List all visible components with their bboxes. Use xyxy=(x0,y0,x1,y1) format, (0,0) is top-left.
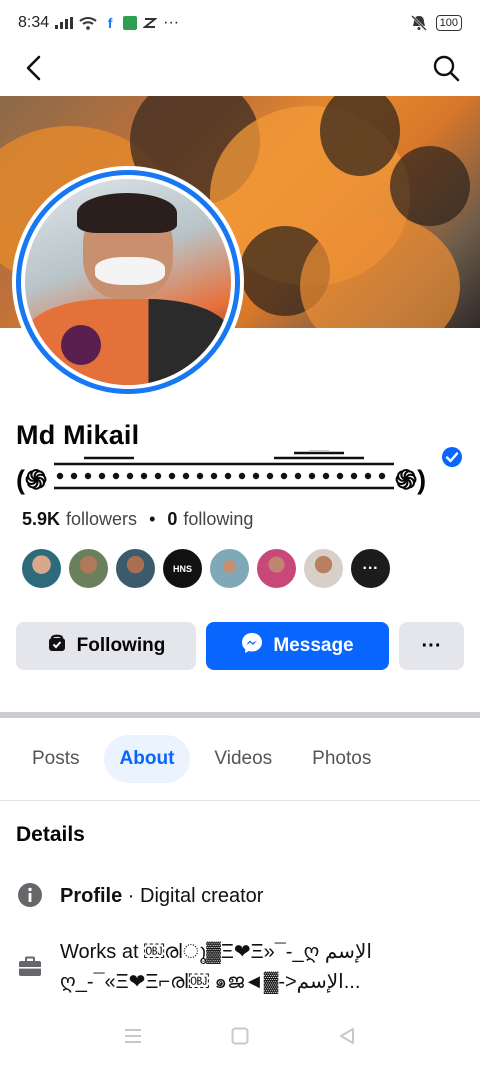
back-button[interactable] xyxy=(16,52,52,88)
friend-avatar[interactable] xyxy=(208,547,251,590)
tab-about[interactable]: About xyxy=(103,735,191,783)
section-divider xyxy=(0,712,480,718)
friend-avatar[interactable] xyxy=(114,547,157,590)
facebook-icon: f xyxy=(107,15,113,31)
status-time: 8:34 xyxy=(18,14,50,31)
wifi-icon xyxy=(79,16,97,30)
following-label[interactable]: following xyxy=(183,509,253,530)
chevron-left-icon xyxy=(24,55,44,86)
profile-name-end: ֍) xyxy=(395,460,426,497)
status-bar: 8:34 f ··· 100 xyxy=(0,0,480,46)
mutual-friends-row: HNS ··· xyxy=(20,547,392,590)
message-button[interactable]: Message xyxy=(206,622,389,670)
profile-stats: 5.9K followers • 0 following xyxy=(22,509,253,530)
name-paren-close: ) xyxy=(417,465,427,495)
tabs-separator xyxy=(0,800,480,801)
avatar xyxy=(25,179,231,385)
followers-count[interactable]: 5.9K xyxy=(22,509,60,530)
friend-avatar[interactable] xyxy=(302,547,345,590)
profile-tabs: Posts About Videos Photos xyxy=(16,734,387,784)
more-friends-button[interactable]: ··· xyxy=(349,547,392,590)
signal-icon xyxy=(55,17,74,29)
following-check-icon xyxy=(47,633,67,659)
profile-name: Md Mikail xyxy=(16,420,140,450)
friend-avatar[interactable] xyxy=(20,547,63,590)
following-count[interactable]: 0 xyxy=(167,509,177,530)
work-line-1[interactable]: Works at ￼രlൂ▓Ξ❤Ξ»¯-_ღ الإسم xyxy=(60,937,466,967)
search-button[interactable] xyxy=(428,52,464,88)
detail-profile-row: Profile · Digital creator xyxy=(16,881,466,911)
story-ring xyxy=(16,170,240,394)
system-nav-bar xyxy=(0,1010,480,1067)
home-icon[interactable] xyxy=(231,1027,249,1050)
more-options-button[interactable]: ··· xyxy=(399,622,464,670)
friend-avatar[interactable] xyxy=(255,547,298,590)
briefcase-icon xyxy=(16,953,44,981)
bell-mute-icon xyxy=(410,15,428,31)
profile-picture[interactable] xyxy=(12,166,244,398)
message-button-label: Message xyxy=(273,635,354,656)
back-triangle-icon[interactable] xyxy=(338,1027,356,1050)
friend-avatar[interactable]: HNS xyxy=(161,547,204,590)
messenger-icon xyxy=(241,632,263,660)
followers-label[interactable]: followers xyxy=(66,509,137,530)
name-paren-open: ( xyxy=(16,465,25,495)
verified-badge-icon[interactable] xyxy=(441,446,463,468)
status-overflow: ··· xyxy=(163,14,180,31)
info-icon xyxy=(16,881,44,909)
mail-icon xyxy=(143,17,158,29)
tab-posts[interactable]: Posts xyxy=(16,735,96,783)
stats-separator: • xyxy=(149,509,156,529)
work-line-2[interactable]: ღ_-¯«Ξ❤Ξ⌐രl￼ ๑ജ◄▓->الإسم... xyxy=(60,967,466,997)
profile-category-value: · Digital creator xyxy=(122,885,264,907)
menu-icon[interactable] xyxy=(124,1028,142,1049)
search-icon xyxy=(432,54,460,87)
following-button-label: Following xyxy=(76,635,166,656)
detail-work-row: Works at ￼രlൂ▓Ξ❤Ξ»¯-_ღ الإسم ღ_-¯«Ξ❤Ξ⌐രl… xyxy=(16,937,466,997)
battery-indicator: 100 xyxy=(435,15,462,31)
top-nav xyxy=(0,46,480,94)
details-heading: Details xyxy=(16,823,85,846)
friend-avatar[interactable] xyxy=(67,547,110,590)
tab-photos[interactable]: Photos xyxy=(296,735,387,783)
name-glyph-right: ֍ xyxy=(395,465,418,495)
tab-videos[interactable]: Videos xyxy=(198,735,288,783)
following-button[interactable]: Following xyxy=(16,622,196,670)
name-glyph-left: ֍ xyxy=(25,465,48,495)
app-icon xyxy=(123,16,138,30)
name-decoration-pattern xyxy=(54,450,394,490)
profile-category-label: Profile xyxy=(60,885,123,907)
profile-actions: Following Message ··· xyxy=(16,622,464,670)
